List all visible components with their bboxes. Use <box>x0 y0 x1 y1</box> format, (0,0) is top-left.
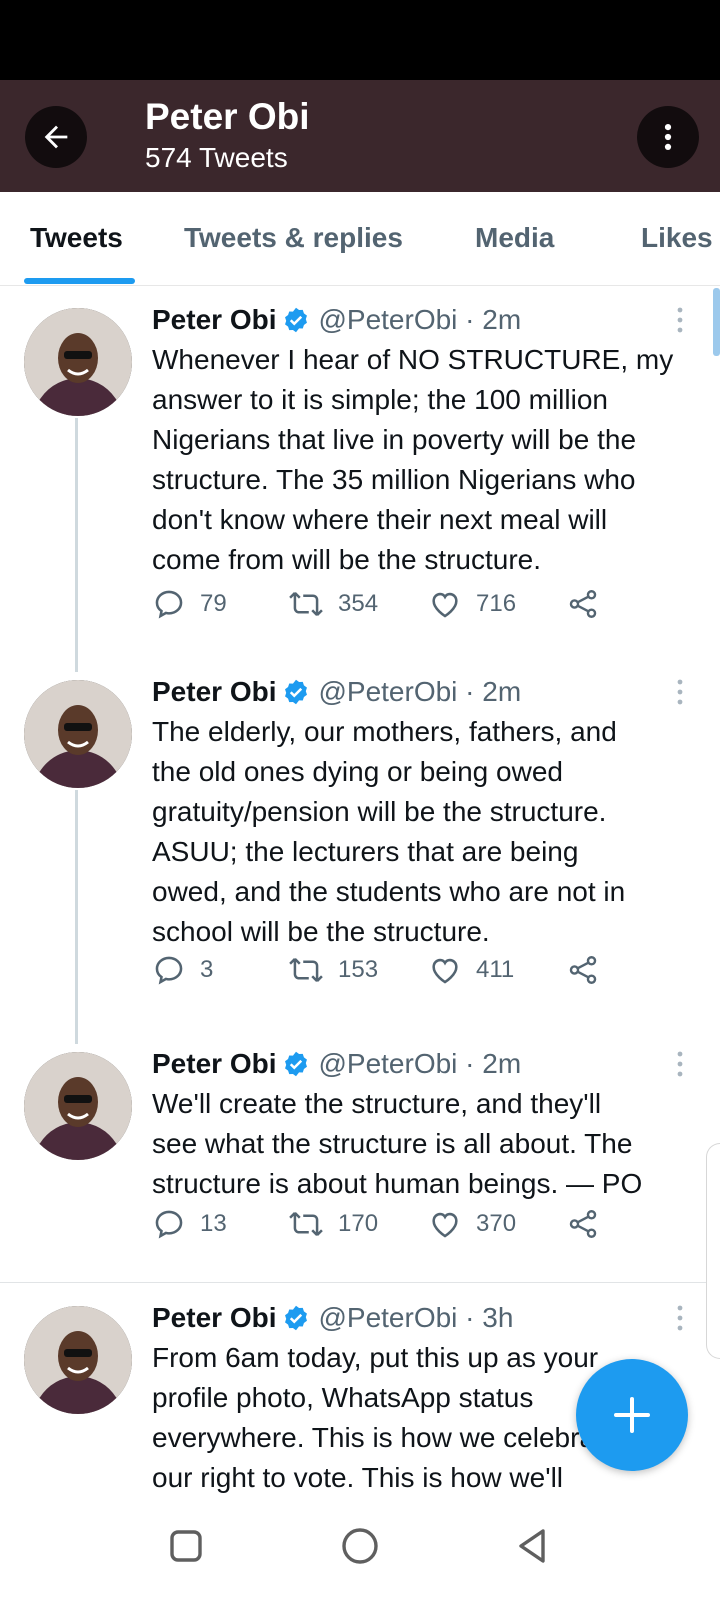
tweet-count: 574 Tweets <box>145 142 288 173</box>
reply-count: 79 <box>200 590 227 617</box>
share-button[interactable] <box>566 1204 614 1244</box>
tweet-header: Peter Obi @PeterObi · 3h <box>152 1298 513 1338</box>
reply-button[interactable]: 79 <box>152 584 227 624</box>
reply-icon <box>155 1210 183 1239</box>
more-vertical-icon <box>664 123 672 151</box>
tweet-more-button[interactable] <box>674 1049 686 1084</box>
reply-button[interactable]: 13 <box>152 1204 227 1244</box>
retweet-count: 170 <box>338 1210 379 1237</box>
author-name[interactable]: Peter Obi <box>152 676 276 708</box>
tweet-text: The elderly, our mothers, fathers, and t… <box>152 716 626 947</box>
author-handle: @PeterObi · 3h <box>318 1302 514 1333</box>
system-nav-bar <box>0 1494 720 1600</box>
share-button[interactable] <box>566 584 614 624</box>
verified-badge-icon <box>282 678 310 706</box>
avatar[interactable] <box>24 308 132 416</box>
avatar[interactable] <box>24 680 132 788</box>
like-button[interactable]: 411 <box>428 950 514 990</box>
tweet-more-button[interactable] <box>674 305 686 340</box>
heart-icon <box>432 592 458 618</box>
recents-button[interactable] <box>164 1524 208 1568</box>
author-name[interactable]: Peter Obi <box>152 1048 276 1080</box>
tab-tweets[interactable]: Tweets <box>30 222 123 254</box>
thread-line <box>75 418 78 672</box>
profile-tabs: Tweets Tweets & replies Media Likes <box>0 192 720 286</box>
thread-line <box>75 790 78 1044</box>
tweet-more-button[interactable] <box>674 1303 686 1338</box>
verified-badge-icon <box>282 306 310 334</box>
tab-tweets-and-replies[interactable]: Tweets & replies <box>184 222 403 254</box>
back-button[interactable] <box>25 106 87 168</box>
tweet[interactable]: Peter Obi @PeterObi · 2m The elderly, ou… <box>0 672 720 1044</box>
retweet-button[interactable]: 153 <box>288 950 378 990</box>
tweet-actions: 13 170 370 <box>152 1204 622 1244</box>
verified-badge-icon <box>282 1050 310 1078</box>
like-count: 370 <box>476 1210 517 1237</box>
tweet-header: Peter Obi @PeterObi · 2m <box>152 672 521 712</box>
retweet-count: 354 <box>338 590 379 617</box>
heart-icon <box>432 958 458 984</box>
reply-count: 13 <box>200 1210 227 1237</box>
like-button[interactable]: 370 <box>428 1204 516 1244</box>
author-name[interactable]: Peter Obi <box>152 1302 276 1334</box>
active-tab-indicator <box>24 278 135 284</box>
tweet-text: Whenever I hear of NO STRUCTURE, my answ… <box>152 344 674 575</box>
like-count: 716 <box>476 590 517 617</box>
reply-icon <box>155 590 183 619</box>
more-vertical-icon <box>677 307 683 333</box>
compose-tweet-button[interactable] <box>576 1359 688 1471</box>
circle-icon <box>342 1528 378 1564</box>
reply-count: 3 <box>200 956 214 983</box>
retweet-button[interactable]: 354 <box>288 584 378 624</box>
author-name[interactable]: Peter Obi <box>152 304 276 336</box>
retweet-icon <box>289 1212 323 1236</box>
status-bar <box>0 0 720 80</box>
tab-media[interactable]: Media <box>475 222 554 254</box>
edge-panel-handle[interactable] <box>706 1143 720 1359</box>
like-button[interactable]: 716 <box>428 584 516 624</box>
square-icon <box>170 1530 202 1562</box>
reply-icon <box>155 956 183 985</box>
retweet-button[interactable]: 170 <box>288 1204 378 1244</box>
retweet-count: 153 <box>338 956 379 983</box>
tweet-text: We'll create the structure, and they'll … <box>152 1088 643 1199</box>
author-handle: @PeterObi · 2m <box>318 1048 522 1079</box>
more-vertical-icon <box>677 1051 683 1077</box>
share-icon <box>569 590 597 618</box>
arrow-left-icon <box>44 125 68 149</box>
tweet[interactable]: Peter Obi @PeterObi · 2m Whenever I hear… <box>0 300 720 672</box>
triangle-back-icon <box>519 1529 545 1563</box>
tweet-header: Peter Obi @PeterObi · 2m <box>152 300 521 340</box>
tweet-actions: 3 153 411 <box>152 950 622 990</box>
retweet-icon <box>289 958 323 982</box>
author-handle: @PeterObi · 2m <box>318 304 522 335</box>
system-back-button[interactable] <box>510 1524 554 1568</box>
plus-icon <box>614 1397 650 1433</box>
tab-likes[interactable]: Likes <box>641 222 713 254</box>
tweet-header: Peter Obi @PeterObi · 2m <box>152 1044 521 1084</box>
retweet-icon <box>289 592 323 616</box>
more-vertical-icon <box>677 679 683 705</box>
share-icon <box>569 1210 597 1238</box>
page-title: Peter Obi <box>145 96 310 137</box>
verified-badge-icon <box>282 1304 310 1332</box>
tweet-more-button[interactable] <box>674 677 686 712</box>
reply-button[interactable]: 3 <box>152 950 213 990</box>
tweet[interactable]: Peter Obi @PeterObi · 2m We'll create th… <box>0 1044 720 1280</box>
heart-icon <box>432 1212 458 1238</box>
more-vertical-icon <box>677 1305 683 1331</box>
avatar[interactable] <box>24 1052 132 1160</box>
more-options-button[interactable] <box>637 106 699 168</box>
avatar[interactable] <box>24 1306 132 1414</box>
author-handle: @PeterObi · 2m <box>318 676 522 707</box>
share-icon <box>569 956 597 984</box>
share-button[interactable] <box>566 950 614 990</box>
profile-header: Peter Obi 574 Tweets <box>0 80 720 192</box>
home-button[interactable] <box>338 1524 382 1568</box>
tweet-divider <box>0 1282 720 1283</box>
tweet-actions: 79 354 716 <box>152 584 622 624</box>
like-count: 411 <box>476 956 515 983</box>
